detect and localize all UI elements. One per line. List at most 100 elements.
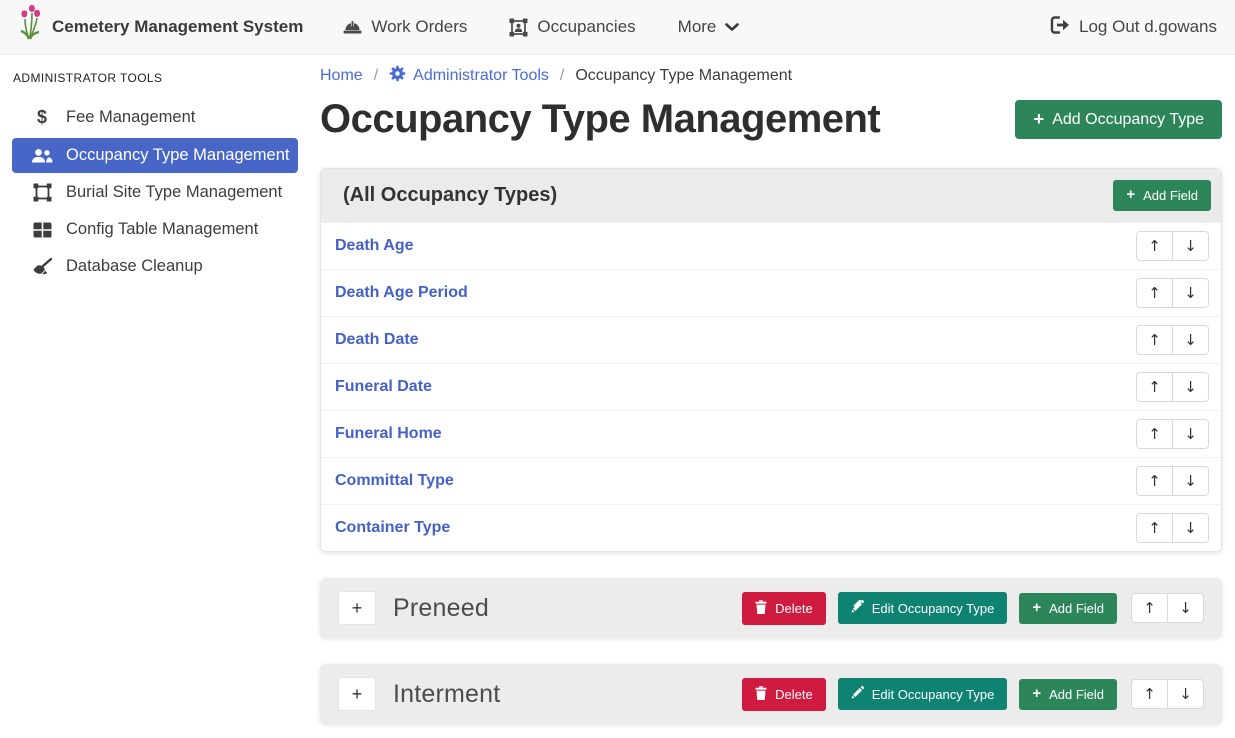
reorder-group: ↑ ↓	[1136, 372, 1209, 402]
add-field-label: Add Field	[1049, 687, 1104, 702]
reorder-group: ↑ ↓	[1136, 419, 1209, 449]
sidebar-item-fee-management[interactable]: $ Fee Management	[12, 99, 298, 136]
delete-label: Delete	[775, 601, 813, 616]
trash-icon	[755, 686, 767, 703]
sidebar-item-database-cleanup[interactable]: Database Cleanup	[12, 249, 298, 284]
move-up-button[interactable]: ↑	[1136, 372, 1173, 402]
move-down-button[interactable]: ↓	[1172, 278, 1209, 308]
plus-icon: +	[1032, 687, 1041, 702]
field-link-container-type[interactable]: Container Type	[335, 519, 450, 537]
move-up-button[interactable]: ↑	[1136, 466, 1173, 496]
reorder-group: ↑ ↓	[1136, 513, 1209, 543]
hard-hat-icon	[343, 19, 362, 36]
vector-square-icon	[30, 183, 54, 202]
sidebar-item-label: Fee Management	[66, 108, 195, 127]
sidebar-item-label: Burial Site Type Management	[66, 183, 282, 202]
add-field-button[interactable]: + Add Field	[1019, 679, 1117, 710]
field-link-funeral-home[interactable]: Funeral Home	[335, 425, 442, 443]
move-up-button[interactable]: ↑	[1136, 513, 1173, 543]
occupancy-type-section-interment: + Interment Delete	[320, 664, 1222, 724]
page-title: Occupancy Type Management	[320, 97, 880, 142]
reorder-group: ↑ ↓	[1136, 325, 1209, 355]
table-icon	[30, 222, 54, 238]
reorder-group: ↑ ↓	[1136, 231, 1209, 261]
pencil-icon	[851, 686, 864, 702]
tulip-logo-icon	[18, 5, 42, 50]
sidebar-item-config-table-management[interactable]: Config Table Management	[12, 212, 298, 247]
main-content: Home / Administrator Tool	[310, 55, 1235, 738]
breadcrumb-admin-tools-link[interactable]: Administrator Tools	[389, 65, 549, 87]
logout-label: Log Out d.gowans	[1079, 17, 1217, 37]
nav-more[interactable]: More	[678, 17, 740, 37]
move-up-button[interactable]: ↑	[1136, 419, 1173, 449]
move-down-button[interactable]: ↓	[1172, 466, 1209, 496]
plus-icon: +	[1126, 188, 1135, 203]
move-down-button[interactable]: ↓	[1172, 372, 1209, 402]
nav-occupancies[interactable]: Occupancies	[509, 17, 635, 37]
move-down-button[interactable]: ↓	[1172, 231, 1209, 261]
move-down-button[interactable]: ↓	[1172, 419, 1209, 449]
delete-button[interactable]: Delete	[742, 592, 826, 625]
occupancy-type-name: Interment	[393, 680, 500, 709]
expand-button[interactable]: +	[338, 677, 376, 711]
add-occupancy-type-label: Add Occupancy Type	[1052, 111, 1204, 129]
chevron-down-icon	[725, 23, 739, 32]
field-link-committal-type[interactable]: Committal Type	[335, 472, 454, 490]
sidebar-item-burial-site-type-management[interactable]: Burial Site Type Management	[12, 175, 298, 210]
occupancy-frame-icon	[509, 18, 528, 37]
breadcrumb-separator: /	[374, 67, 378, 85]
move-down-button[interactable]: ↓	[1172, 513, 1209, 543]
move-up-button[interactable]: ↑	[1136, 231, 1173, 261]
plus-icon: +	[1032, 601, 1041, 616]
sidebar-item-label: Config Table Management	[66, 220, 258, 239]
move-down-button[interactable]: ↓	[1172, 325, 1209, 355]
add-field-button[interactable]: + Add Field	[1019, 593, 1117, 624]
expand-button[interactable]: +	[338, 591, 376, 625]
field-link-death-age[interactable]: Death Age	[335, 237, 414, 255]
users-icon	[30, 148, 54, 164]
logout-button[interactable]: Log Out d.gowans	[1050, 16, 1217, 39]
edit-occupancy-type-button[interactable]: Edit Occupancy Type	[838, 678, 1008, 710]
brand-logo-link[interactable]: Cemetery Management System	[18, 5, 303, 50]
sidebar-item-occupancy-type-management[interactable]: Occupancy Type Management	[12, 138, 298, 173]
move-up-button[interactable]: ↑	[1131, 679, 1168, 709]
field-row: Funeral Home ↑ ↓	[321, 410, 1221, 457]
move-up-button[interactable]: ↑	[1136, 278, 1173, 308]
field-row: Committal Type ↑ ↓	[321, 457, 1221, 504]
breadcrumb-current: Occupancy Type Management	[575, 67, 792, 85]
field-link-death-age-period[interactable]: Death Age Period	[335, 284, 468, 302]
reorder-group: ↑ ↓	[1131, 679, 1204, 709]
main-nav: Work Orders Occupancies More	[343, 17, 781, 37]
trash-icon	[755, 600, 767, 617]
nav-work-orders-label: Work Orders	[371, 17, 467, 37]
broom-icon	[30, 258, 54, 276]
add-field-button[interactable]: + Add Field	[1113, 180, 1211, 211]
reorder-group: ↑ ↓	[1136, 278, 1209, 308]
dollar-icon: $	[30, 107, 54, 128]
breadcrumb-home-link[interactable]: Home	[320, 67, 363, 85]
add-occupancy-type-button[interactable]: + Add Occupancy Type	[1015, 100, 1222, 138]
move-down-button[interactable]: ↓	[1167, 593, 1204, 623]
field-link-death-date[interactable]: Death Date	[335, 331, 419, 349]
move-up-button[interactable]: ↑	[1136, 325, 1173, 355]
all-occupancy-types-header: (All Occupancy Types) + Add Field	[321, 169, 1221, 222]
edit-occupancy-type-label: Edit Occupancy Type	[872, 601, 995, 616]
field-link-funeral-date[interactable]: Funeral Date	[335, 378, 432, 396]
sidebar-heading: ADMINISTRATOR TOOLS	[0, 63, 310, 97]
reorder-group: ↑ ↓	[1131, 593, 1204, 623]
move-up-button[interactable]: ↑	[1131, 593, 1168, 623]
nav-more-label: More	[678, 17, 717, 37]
section-actions: Delete Edit Occupancy Type +	[742, 592, 1204, 625]
breadcrumb: Home / Administrator Tool	[320, 65, 1222, 87]
breadcrumb-separator: /	[560, 67, 564, 85]
delete-button[interactable]: Delete	[742, 678, 826, 711]
edit-occupancy-type-button[interactable]: Edit Occupancy Type	[838, 592, 1008, 624]
admin-tools-sidebar: ADMINISTRATOR TOOLS $ Fee Management Occ…	[0, 55, 310, 738]
top-navbar: Cemetery Management System Work Orders	[0, 0, 1235, 55]
section-actions: Delete Edit Occupancy Type + Add Field	[742, 678, 1204, 711]
field-row: Death Date ↑ ↓	[321, 316, 1221, 363]
breadcrumb-admin-tools-label: Administrator Tools	[413, 67, 549, 85]
field-row: Funeral Date ↑ ↓	[321, 363, 1221, 410]
nav-work-orders[interactable]: Work Orders	[343, 17, 467, 37]
move-down-button[interactable]: ↓	[1167, 679, 1204, 709]
